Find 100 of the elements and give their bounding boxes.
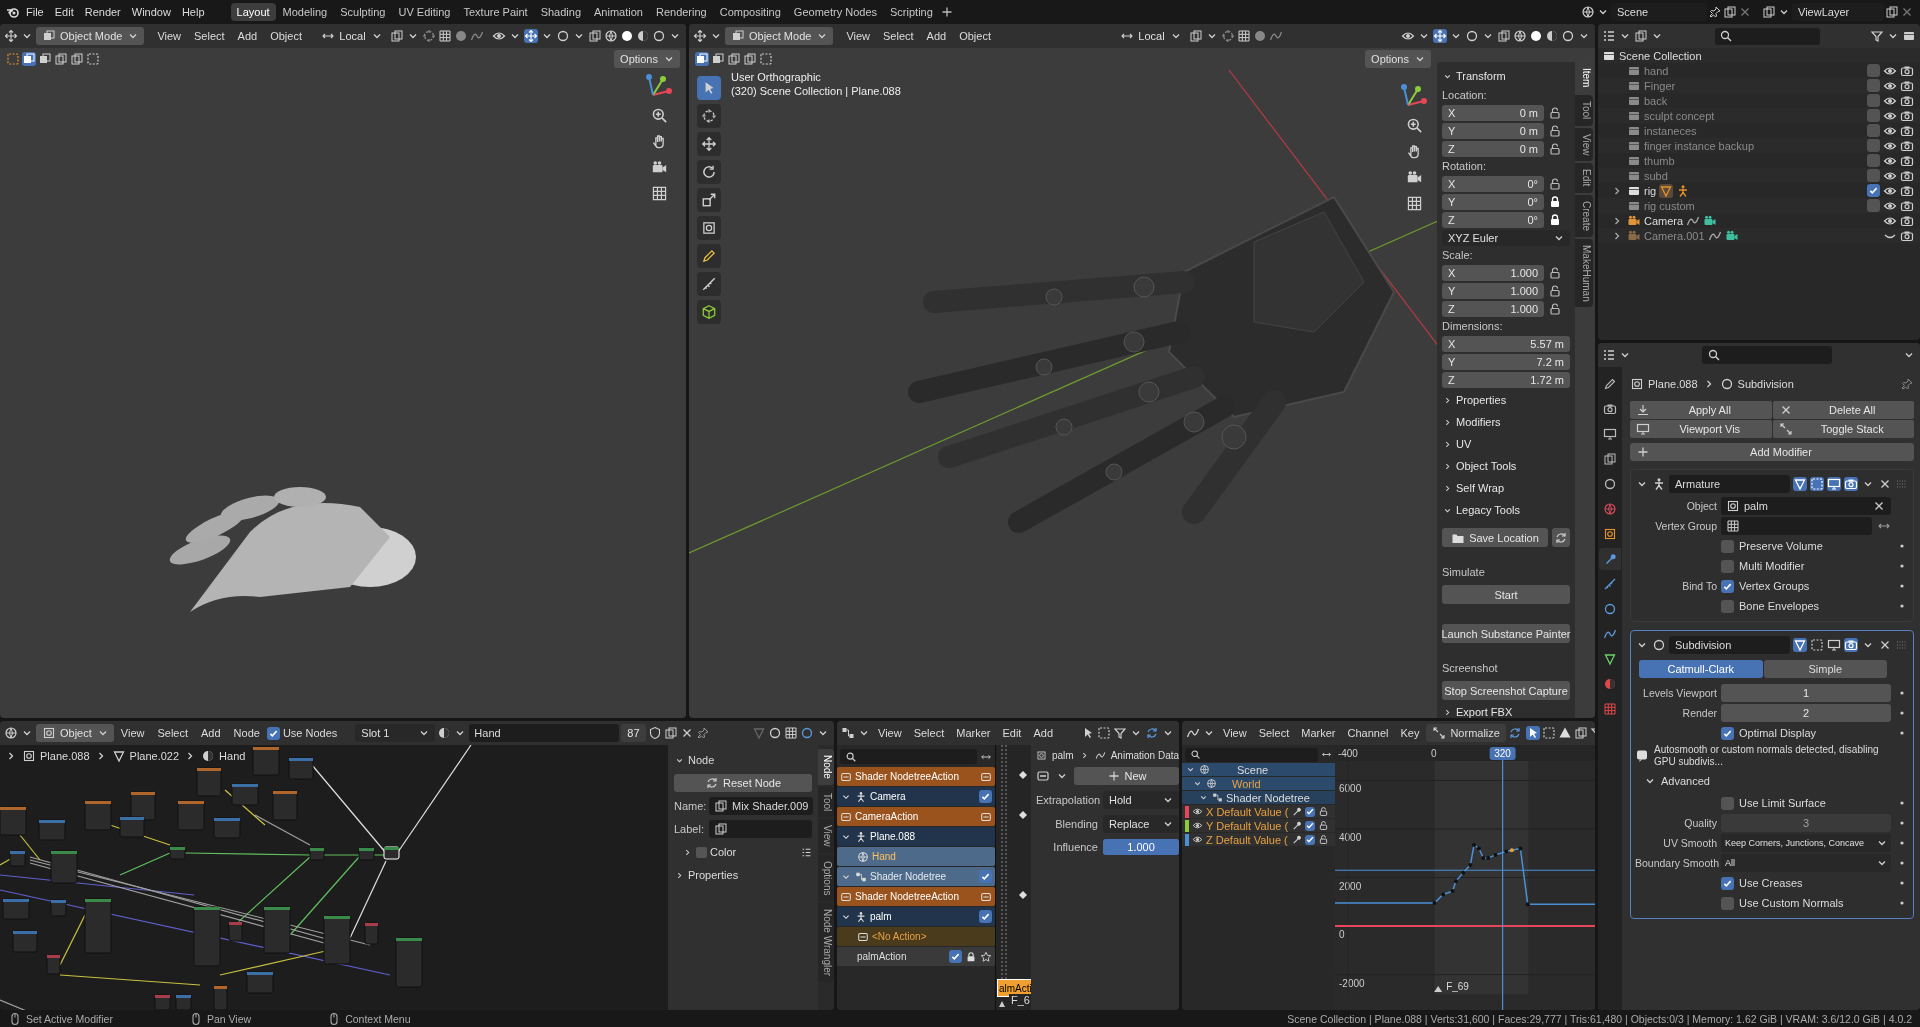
reset-node-button[interactable]: Reset Node bbox=[674, 774, 812, 792]
sidebar-tab[interactable]: View bbox=[818, 819, 834, 853]
menu-item[interactable]: Select bbox=[908, 725, 950, 741]
subpanel-header[interactable]: Color bbox=[682, 846, 737, 858]
workspace-tab[interactable]: Layout bbox=[230, 3, 276, 21]
segment-option[interactable]: Catmull-Clark bbox=[1639, 660, 1763, 678]
menu-item[interactable]: View bbox=[115, 725, 150, 741]
number-field[interactable]: X 1.000 bbox=[1442, 265, 1544, 281]
orientation-dropdown[interactable]: Local bbox=[315, 27, 388, 45]
menu-item[interactable]: Channel bbox=[1342, 725, 1394, 741]
sidebar-tab[interactable]: Create bbox=[1575, 194, 1593, 237]
mode-dropdown[interactable]: Object Mode bbox=[725, 27, 834, 45]
menu-item[interactable]: View bbox=[152, 28, 187, 44]
checkbox-label[interactable]: Use Custom Normals bbox=[1739, 897, 1844, 909]
panel-header[interactable]: Legacy Tools bbox=[1442, 500, 1570, 520]
number-field[interactable]: 1 bbox=[1721, 684, 1891, 702]
menu-item[interactable]: Add bbox=[921, 28, 952, 44]
panel-header[interactable]: Export FBX bbox=[1442, 702, 1570, 718]
tree-item[interactable]: hand bbox=[1644, 64, 1669, 77]
checkbox-label[interactable]: Use Nodes bbox=[282, 727, 338, 739]
tree-item[interactable]: Camera.001 bbox=[1644, 229, 1705, 242]
menu-item[interactable]: Select bbox=[878, 28, 919, 44]
node-name-field[interactable]: Mix Shader.009 bbox=[709, 797, 814, 815]
sidebar-tab[interactable]: View bbox=[1575, 127, 1593, 162]
menu-item[interactable]: Render bbox=[79, 4, 126, 20]
menu-item[interactable]: Node bbox=[228, 725, 265, 741]
tree-item[interactable]: Finger bbox=[1644, 79, 1676, 92]
slot-dropdown[interactable]: Slot 1 bbox=[355, 724, 436, 742]
menu-item[interactable]: Add bbox=[1028, 725, 1058, 741]
track-name[interactable]: palm bbox=[870, 911, 892, 922]
menu-item[interactable]: View bbox=[1218, 725, 1252, 741]
number-field[interactable]: Z 0° bbox=[1442, 212, 1544, 228]
user-count[interactable]: 87 bbox=[621, 724, 646, 742]
channel-name[interactable]: World bbox=[1232, 777, 1261, 790]
delete-all-button[interactable]: Delete All bbox=[1772, 401, 1914, 419]
extrapolation-dropdown[interactable]: Hold bbox=[1103, 791, 1179, 809]
panel-header[interactable]: Transform bbox=[1442, 66, 1570, 86]
workspace-tab[interactable]: UV Editing bbox=[392, 3, 457, 21]
rotation-mode-dropdown[interactable]: XYZ Euler bbox=[1442, 230, 1570, 246]
workspace-tab[interactable]: Scripting bbox=[884, 3, 939, 21]
track-name[interactable]: palmAction bbox=[857, 951, 907, 962]
menu-item[interactable]: Add bbox=[196, 725, 226, 741]
select-dropdown[interactable]: Keep Corners, Junctions, Concave bbox=[1721, 834, 1891, 852]
object-field[interactable]: palm bbox=[1721, 497, 1891, 515]
panel-header[interactable]: Node bbox=[674, 751, 812, 769]
checkbox-label[interactable]: Use Limit Surface bbox=[1739, 797, 1826, 809]
panel-header[interactable]: Self Wrap bbox=[1442, 478, 1570, 498]
sidebar-tab[interactable]: Node Wrangler bbox=[818, 903, 834, 983]
menu-item[interactable]: Edit bbox=[997, 725, 1027, 741]
object-dropdown[interactable]: Object bbox=[36, 724, 114, 742]
menu-item[interactable]: Marker bbox=[951, 725, 996, 741]
tree-item[interactable]: rig bbox=[1644, 184, 1657, 197]
number-field[interactable]: X 5.57 m bbox=[1442, 336, 1570, 352]
tree-item[interactable]: sculpt concept bbox=[1644, 109, 1715, 122]
modifier-name-field[interactable]: Armature bbox=[1669, 475, 1790, 493]
toggle-stack-button[interactable]: Toggle Stack bbox=[1772, 420, 1914, 438]
checkbox-label[interactable]: Optimal Display bbox=[1739, 727, 1817, 739]
new-action-button[interactable]: New bbox=[1074, 767, 1179, 785]
workspace-tab[interactable]: Modeling bbox=[276, 3, 334, 21]
tree-item[interactable]: thumb bbox=[1644, 154, 1675, 167]
tree-item[interactable]: rig custom bbox=[1644, 199, 1695, 212]
workspace-tab[interactable]: Animation bbox=[588, 3, 649, 21]
breadcrumb-item[interactable]: Plane.088 bbox=[40, 750, 90, 762]
number-field[interactable]: Z 0 m bbox=[1442, 141, 1544, 157]
number-field[interactable]: 2 bbox=[1721, 704, 1891, 722]
modifier-name-field[interactable]: Subdivision bbox=[1669, 636, 1790, 654]
menu-item[interactable]: Edit bbox=[49, 4, 79, 20]
number-field[interactable]: Y 1.000 bbox=[1442, 283, 1544, 299]
number-field[interactable]: Y 0° bbox=[1442, 194, 1544, 210]
number-field[interactable]: Y 0 m bbox=[1442, 123, 1544, 139]
workspace-tab[interactable]: Compositing bbox=[713, 3, 787, 21]
mode-dropdown[interactable]: Object Mode bbox=[36, 27, 145, 45]
menu-item[interactable]: View bbox=[873, 725, 907, 741]
number-field[interactable]: Z 1.000 bbox=[1442, 301, 1544, 317]
workspace-tab[interactable]: Shading bbox=[534, 3, 588, 21]
view-layer-name-field[interactable]: ViewLayer bbox=[1792, 3, 1884, 21]
breadcrumb-item[interactable]: Subdivision bbox=[1737, 378, 1794, 390]
panel-header[interactable]: Object Tools bbox=[1442, 456, 1570, 476]
menu-item[interactable]: File bbox=[21, 4, 49, 20]
tree-item[interactable]: back bbox=[1644, 94, 1668, 107]
options-dropdown[interactable]: Options bbox=[614, 50, 680, 68]
checkbox-label[interactable]: Multi Modifier bbox=[1739, 560, 1805, 572]
menu-item[interactable]: Key bbox=[1395, 725, 1425, 741]
scene-name-field[interactable]: Scene bbox=[1611, 3, 1707, 21]
tree-item[interactable]: subd bbox=[1644, 169, 1668, 182]
select-dropdown[interactable]: All bbox=[1721, 854, 1891, 872]
material-name-field[interactable]: Hand bbox=[469, 724, 620, 742]
menu-item[interactable]: Select bbox=[1253, 725, 1295, 741]
menu-item[interactable]: Object bbox=[954, 28, 996, 44]
menu-item[interactable]: View bbox=[841, 28, 876, 44]
segment-option[interactable]: Simple bbox=[1763, 660, 1887, 678]
influence-slider[interactable]: 1.000 bbox=[1103, 839, 1179, 855]
checkbox-label[interactable]: Preserve Volume bbox=[1739, 540, 1823, 552]
sidebar-tab[interactable]: Tool bbox=[1575, 95, 1593, 126]
track-name[interactable]: Camera bbox=[870, 791, 906, 802]
number-field[interactable]: X 0° bbox=[1442, 176, 1544, 192]
workspace-tab[interactable]: Geometry Nodes bbox=[787, 3, 883, 21]
current-frame-indicator[interactable]: 320 bbox=[1489, 747, 1516, 760]
workspace-tab[interactable]: Rendering bbox=[649, 3, 713, 21]
breadcrumb-item[interactable]: Plane.088 bbox=[1648, 378, 1698, 390]
